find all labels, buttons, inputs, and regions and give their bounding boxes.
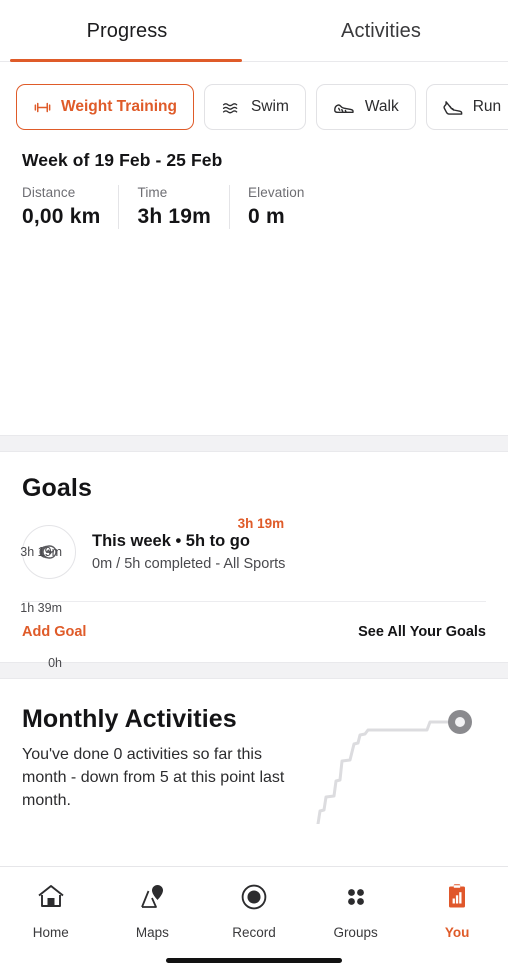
tab-activities[interactable]: Activities <box>254 0 508 62</box>
chart-y-tick: 3h 19m <box>20 545 62 559</box>
record-circle-icon <box>239 883 269 916</box>
stat-distance-label: Distance <box>22 185 76 200</box>
strava-progress-screen: Progress Activities Weight Training Swim… <box>0 0 508 976</box>
chip-run[interactable]: Run <box>425 84 508 130</box>
stat-time-value: 3h 19m <box>137 205 212 228</box>
nav-item-maps-label: Maps <box>135 925 169 940</box>
sport-filter-chips[interactable]: Weight Training Swim Walk Run <box>0 62 508 132</box>
goals-section: Goals This week • 5h to go 0m / 5h compl… <box>0 452 508 662</box>
chip-swim[interactable]: Swim <box>203 84 306 130</box>
running-shoe-icon <box>443 98 464 117</box>
groups-dots-icon <box>341 883 371 916</box>
stat-elevation: Elevation 0 m <box>229 185 322 229</box>
tab-activities-label: Activities <box>341 19 421 42</box>
nav-item-groups-label: Groups <box>333 925 378 940</box>
top-tab-bar: Progress Activities <box>0 0 508 62</box>
dumbbell-icon <box>33 98 52 117</box>
home-indicator <box>166 958 342 963</box>
monthly-step-chart <box>316 710 472 824</box>
week-range-title: Week of 19 Feb - 25 Feb <box>22 150 223 170</box>
chip-weight-training-label: Weight Training <box>61 98 177 115</box>
nav-item-you-label: You <box>444 925 470 940</box>
chart-canvas[interactable] <box>0 245 508 435</box>
weekly-time-chart[interactable]: 3h 19m 0h1h 39m3h 19m FEBMARAPR <box>0 245 508 695</box>
section-divider-band-1 <box>0 435 508 452</box>
stat-distance: Distance 0,00 km <box>22 185 118 229</box>
goal-text-block: This week • 5h to go 0m / 5h completed -… <box>92 532 285 572</box>
map-pin-icon <box>137 883 167 916</box>
you-clipboard-chart-icon <box>442 883 472 916</box>
swim-waves-icon <box>221 98 242 117</box>
tab-progress[interactable]: Progress <box>0 0 254 62</box>
add-goal-button[interactable]: Add Goal <box>22 624 86 640</box>
chip-weight-training[interactable]: Weight Training <box>16 84 194 130</box>
monthly-activities-card[interactable]: Monthly Activities You've done 0 activit… <box>0 679 508 841</box>
tab-active-underline <box>10 59 242 62</box>
stat-elevation-value: 0 m <box>248 205 285 228</box>
tab-progress-label: Progress <box>86 19 168 42</box>
see-all-goals-button[interactable]: See All Your Goals <box>358 624 486 640</box>
nav-item-home-label: Home <box>32 925 69 940</box>
chart-y-tick: 0h <box>48 656 62 670</box>
stat-elevation-label: Elevation <box>248 185 305 200</box>
nav-item-you[interactable]: You <box>406 867 508 976</box>
chip-run-label: Run <box>472 98 502 115</box>
chart-highlight-tooltip: 3h 19m <box>237 516 285 531</box>
chip-swim-label: Swim <box>250 98 289 115</box>
chart-y-tick: 1h 39m <box>20 600 62 615</box>
nav-item-home[interactable]: Home <box>0 867 102 976</box>
goal-title: This week • 5h to go <box>92 532 250 550</box>
chip-walk[interactable]: Walk <box>315 84 416 130</box>
stat-distance-value: 0,00 km <box>22 205 101 228</box>
goals-actions: Add Goal See All Your Goals <box>22 602 486 662</box>
monthly-activities-body: You've done 0 activities so far this mon… <box>22 746 285 810</box>
stat-time-label: Time <box>137 185 168 200</box>
goal-list-item[interactable]: This week • 5h to go 0m / 5h completed -… <box>22 525 486 601</box>
nav-item-record-label: Record <box>232 925 276 940</box>
section-divider-band-2 <box>0 662 508 679</box>
week-stats: Distance 0,00 km Time 3h 19m Elevation 0… <box>22 185 508 229</box>
home-icon <box>36 883 66 916</box>
stat-time: Time 3h 19m <box>118 185 229 229</box>
walking-shoe-icon <box>333 98 356 116</box>
chip-walk-label: Walk <box>364 98 399 115</box>
goals-title: Goals <box>22 474 92 502</box>
goal-subtitle: 0m / 5h completed - All Sports <box>92 556 286 572</box>
